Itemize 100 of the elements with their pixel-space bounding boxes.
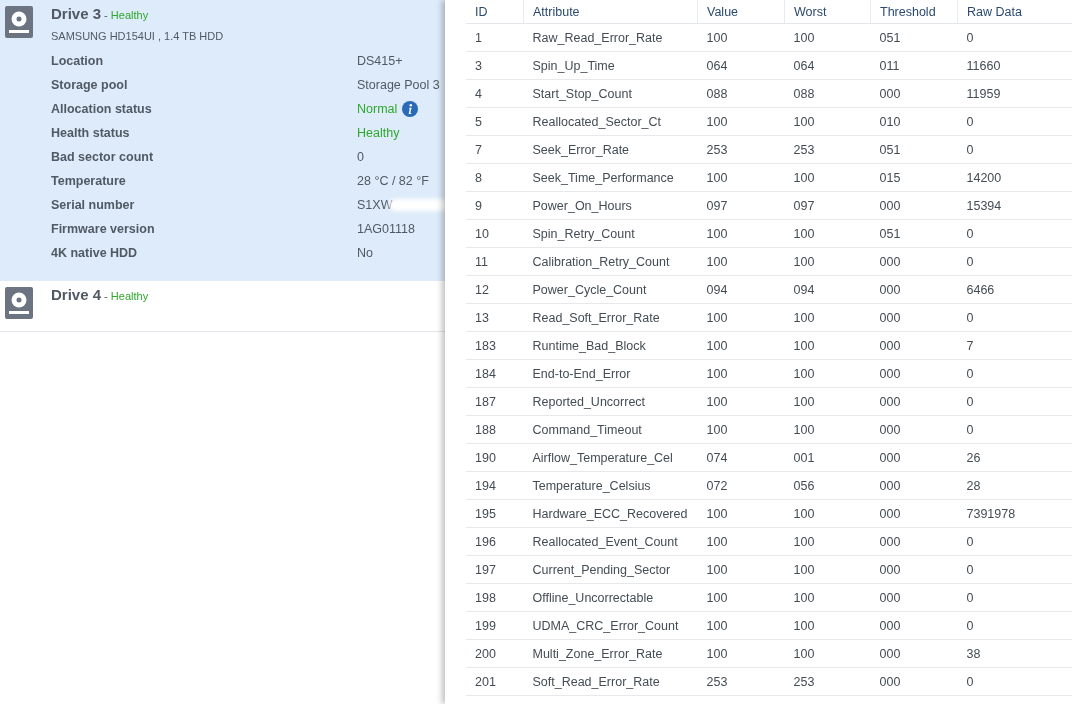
- table-cell: 000: [870, 191, 958, 220]
- table-cell: 190: [466, 443, 524, 472]
- table-cell: 38: [957, 639, 1072, 668]
- table-cell: 100: [784, 415, 871, 444]
- table-cell: 7391978: [957, 499, 1072, 528]
- column-header[interactable]: Value: [697, 0, 785, 24]
- table-cell: 100: [697, 527, 785, 556]
- table-cell: 000: [870, 527, 958, 556]
- table-cell: 100: [697, 415, 785, 444]
- table-cell: Start_Stop_Count: [523, 79, 698, 108]
- table-cell: 072: [697, 471, 785, 500]
- table-cell: Seek_Time_Performance: [523, 163, 698, 192]
- table-cell: 184: [466, 359, 524, 388]
- table-cell: 188: [466, 415, 524, 444]
- table-cell: 100: [697, 247, 785, 276]
- table-cell: 051: [870, 219, 958, 248]
- table-cell: 100: [697, 583, 785, 612]
- table-cell: 187: [466, 387, 524, 416]
- detail-value: Normal: [357, 102, 398, 116]
- table-cell: Soft_Read_Error_Rate: [523, 667, 698, 696]
- table-cell: Reallocated_Sector_Ct: [523, 107, 698, 136]
- detail-label: Allocation status: [51, 102, 153, 116]
- table-cell: 0: [957, 107, 1072, 136]
- table-cell: 000: [870, 499, 958, 528]
- table-cell: 100: [697, 303, 785, 332]
- table-cell: 15394: [957, 191, 1072, 220]
- table-cell: 194: [466, 471, 524, 500]
- table-cell: 0: [957, 219, 1072, 248]
- table-cell: 100: [697, 639, 785, 668]
- table-cell: 100: [697, 163, 785, 192]
- column-header[interactable]: Worst: [784, 0, 871, 24]
- table-cell: 0: [957, 555, 1072, 584]
- table-cell: 197: [466, 555, 524, 584]
- table-cell: 088: [784, 79, 871, 108]
- table-cell: 000: [870, 471, 958, 500]
- table-cell: 13: [466, 303, 524, 332]
- table-cell: 074: [697, 443, 785, 472]
- table-cell: Temperature_Celsius: [523, 471, 698, 500]
- table-cell: 253: [697, 135, 785, 164]
- detail-value: DS415+: [357, 54, 403, 68]
- column-header[interactable]: Threshold: [870, 0, 958, 24]
- column-header[interactable]: Raw Data: [957, 0, 1072, 24]
- drive-panel[interactable]: Drive 4 - Healthy: [0, 281, 445, 332]
- table-cell: 000: [870, 611, 958, 640]
- table-cell: 10: [466, 219, 524, 248]
- table-cell: 100: [697, 611, 785, 640]
- table-cell: 0: [957, 667, 1072, 696]
- detail-value: 28 °C / 82 °F: [357, 174, 429, 188]
- table-cell: 7: [466, 135, 524, 164]
- table-cell: 11660: [957, 51, 1072, 80]
- table-cell: 001: [784, 443, 871, 472]
- table-cell: 0: [957, 415, 1072, 444]
- table-cell: 4: [466, 79, 524, 108]
- table-cell: 3: [466, 51, 524, 80]
- table-cell: 100: [784, 527, 871, 556]
- table-cell: 000: [870, 79, 958, 108]
- detail-value: No: [357, 246, 373, 260]
- table-cell: 100: [784, 583, 871, 612]
- table-cell: 8: [466, 163, 524, 192]
- detail-value: Storage Pool 3: [357, 78, 440, 92]
- table-cell: 6466: [957, 275, 1072, 304]
- table-cell: 100: [784, 163, 871, 192]
- table-cell: 0: [957, 359, 1072, 388]
- table-cell: 201: [466, 667, 524, 696]
- table-cell: 064: [784, 51, 871, 80]
- table-cell: 100: [697, 107, 785, 136]
- table-cell: Calibration_Retry_Count: [523, 247, 698, 276]
- column-header[interactable]: ID: [466, 0, 524, 24]
- table-cell: 000: [870, 639, 958, 668]
- table-cell: 051: [870, 23, 958, 52]
- table-cell: 0: [957, 527, 1072, 556]
- table-cell: 100: [784, 359, 871, 388]
- table-cell: 0: [957, 135, 1072, 164]
- table-cell: Power_On_Hours: [523, 191, 698, 220]
- detail-label: Firmware version: [51, 222, 156, 236]
- table-cell: Power_Cycle_Count: [523, 275, 698, 304]
- table-cell: Multi_Zone_Error_Rate: [523, 639, 698, 668]
- table-cell: 056: [784, 471, 871, 500]
- table-cell: 000: [870, 359, 958, 388]
- table-cell: 100: [784, 23, 871, 52]
- drive-panel[interactable]: [0, 0, 445, 281]
- column-header[interactable]: Attribute: [523, 0, 698, 24]
- table-cell: 100: [784, 303, 871, 332]
- table-cell: 097: [697, 191, 785, 220]
- table-cell: 000: [870, 247, 958, 276]
- table-cell: 000: [870, 387, 958, 416]
- table-cell: 199: [466, 611, 524, 640]
- table-cell: 000: [870, 667, 958, 696]
- table-cell: 183: [466, 331, 524, 360]
- detail-label: Location: [51, 54, 105, 68]
- table-cell: 088: [697, 79, 785, 108]
- detail-value: 1AG01118: [357, 222, 415, 236]
- table-cell: 064: [697, 51, 785, 80]
- table-cell: Reallocated_Event_Count: [523, 527, 698, 556]
- table-cell: 000: [870, 275, 958, 304]
- table-cell: 100: [697, 555, 785, 584]
- info-icon[interactable]: [402, 101, 419, 117]
- table-cell: 051: [870, 135, 958, 164]
- drive-model: SAMSUNG HD154UI , 1.4 TB HDD: [51, 30, 225, 42]
- table-cell: Spin_Up_Time: [523, 51, 698, 80]
